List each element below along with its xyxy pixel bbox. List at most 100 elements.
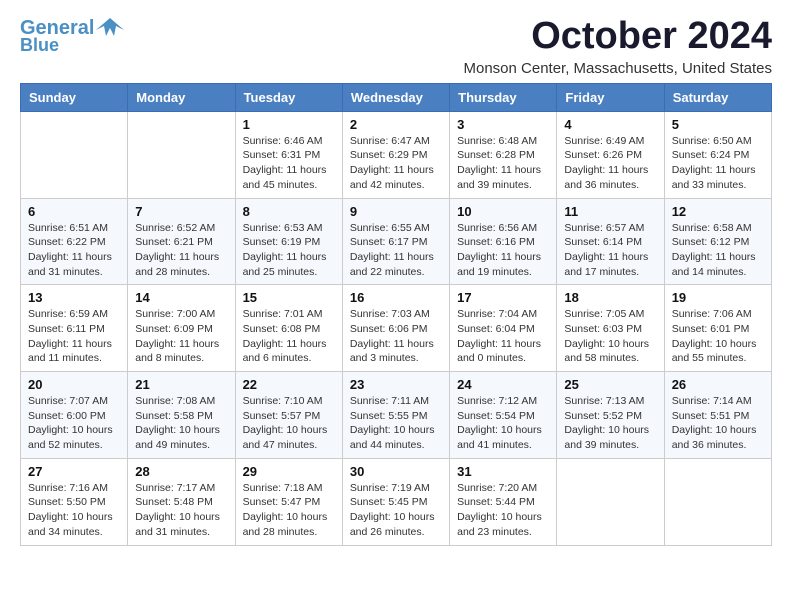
- day-info: Sunrise: 6:49 AM Sunset: 6:26 PM Dayligh…: [564, 134, 656, 193]
- calendar-cell: 3Sunrise: 6:48 AM Sunset: 6:28 PM Daylig…: [450, 111, 557, 198]
- calendar-cell: 13Sunrise: 6:59 AM Sunset: 6:11 PM Dayli…: [21, 285, 128, 372]
- day-info: Sunrise: 6:50 AM Sunset: 6:24 PM Dayligh…: [672, 134, 764, 193]
- calendar-cell: 9Sunrise: 6:55 AM Sunset: 6:17 PM Daylig…: [342, 198, 449, 285]
- day-number: 11: [564, 204, 656, 219]
- day-number: 15: [243, 290, 335, 305]
- day-info: Sunrise: 6:47 AM Sunset: 6:29 PM Dayligh…: [350, 134, 442, 193]
- day-number: 10: [457, 204, 549, 219]
- day-info: Sunrise: 6:55 AM Sunset: 6:17 PM Dayligh…: [350, 221, 442, 280]
- calendar-cell: 12 Sunrise: 6:58 AM Sunset: 6:12 PM Dayli…: [664, 198, 771, 285]
- day-info: Sunrise: 7:13 AM Sunset: 5:52 PM Dayligh…: [564, 394, 656, 453]
- calendar-cell: 22 Sunrise: 7:10 AM Sunset: 5:57 PM Dayli…: [235, 372, 342, 459]
- day-number: 23: [350, 377, 442, 392]
- calendar-cell: 1 Sunrise: 6:46 AM Sunset: 6:31 PM Daylig…: [235, 111, 342, 198]
- day-info: Sunrise: 6:52 AM Sunset: 6:21 PM Dayligh…: [135, 221, 227, 280]
- day-info: Sunrise: 6:56 AM Sunset: 6:16 PM Dayligh…: [457, 221, 549, 280]
- calendar-cell: [128, 111, 235, 198]
- day-info: Sunrise: 7:03 AM Sunset: 6:06 PM Dayligh…: [350, 307, 442, 366]
- calendar-week-row: 1 Sunrise: 6:46 AM Sunset: 6:31 PM Daylig…: [21, 111, 772, 198]
- calendar-week-row: 27 Sunrise: 7:16 AM Sunset: 5:50 PM Dayli…: [21, 458, 772, 545]
- day-number: 8: [243, 204, 335, 219]
- calendar-cell: 6Sunrise: 6:51 AM Sunset: 6:22 PM Daylig…: [21, 198, 128, 285]
- calendar-cell: 10 Sunrise: 6:56 AM Sunset: 6:16 PM Dayli…: [450, 198, 557, 285]
- calendar-cell: 28 Sunrise: 7:17 AM Sunset: 5:48 PM Dayli…: [128, 458, 235, 545]
- calendar-cell: 29 Sunrise: 7:18 AM Sunset: 5:47 PM Dayli…: [235, 458, 342, 545]
- day-number: 29: [243, 464, 335, 479]
- location-title: Monson Center, Massachusetts, United Sta…: [464, 60, 773, 77]
- day-info: Sunrise: 6:58 AM Sunset: 6:12 PM Dayligh…: [672, 221, 764, 280]
- day-number: 28: [135, 464, 227, 479]
- day-info: Sunrise: 7:17 AM Sunset: 5:48 PM Dayligh…: [135, 481, 227, 540]
- calendar-week-row: 6Sunrise: 6:51 AM Sunset: 6:22 PM Daylig…: [21, 198, 772, 285]
- calendar-cell: 17Sunrise: 7:04 AM Sunset: 6:04 PM Dayli…: [450, 285, 557, 372]
- calendar-cell: 8 Sunrise: 6:53 AM Sunset: 6:19 PM Daylig…: [235, 198, 342, 285]
- day-info: Sunrise: 7:07 AM Sunset: 6:00 PM Dayligh…: [28, 394, 120, 453]
- day-number: 27: [28, 464, 120, 479]
- calendar-cell: 31Sunrise: 7:20 AM Sunset: 5:44 PM Dayli…: [450, 458, 557, 545]
- calendar-cell: 19 Sunrise: 7:06 AM Sunset: 6:01 PM Dayli…: [664, 285, 771, 372]
- calendar-cell: 2 Sunrise: 6:47 AM Sunset: 6:29 PM Daylig…: [342, 111, 449, 198]
- calendar-cell: 18Sunrise: 7:05 AM Sunset: 6:03 PM Dayli…: [557, 285, 664, 372]
- day-number: 17: [457, 290, 549, 305]
- calendar-cell: 27 Sunrise: 7:16 AM Sunset: 5:50 PM Dayli…: [21, 458, 128, 545]
- day-number: 21: [135, 377, 227, 392]
- calendar-cell: 23 Sunrise: 7:11 AM Sunset: 5:55 PM Dayli…: [342, 372, 449, 459]
- calendar-cell: [664, 458, 771, 545]
- day-number: 2: [350, 117, 442, 132]
- day-number: 14: [135, 290, 227, 305]
- calendar-cell: 25Sunrise: 7:13 AM Sunset: 5:52 PM Dayli…: [557, 372, 664, 459]
- day-number: 16: [350, 290, 442, 305]
- calendar-week-row: 20 Sunrise: 7:07 AM Sunset: 6:00 PM Dayli…: [21, 372, 772, 459]
- day-info: Sunrise: 6:46 AM Sunset: 6:31 PM Dayligh…: [243, 134, 335, 193]
- page-header: General Blue October 2024 Monson Center,…: [20, 16, 772, 77]
- day-number: 1: [243, 117, 335, 132]
- calendar-cell: 21 Sunrise: 7:08 AM Sunset: 5:58 PM Dayli…: [128, 372, 235, 459]
- calendar-cell: 16 Sunrise: 7:03 AM Sunset: 6:06 PM Dayli…: [342, 285, 449, 372]
- day-info: Sunrise: 7:05 AM Sunset: 6:03 PM Dayligh…: [564, 307, 656, 366]
- calendar-cell: [21, 111, 128, 198]
- day-number: 20: [28, 377, 120, 392]
- calendar-cell: 30 Sunrise: 7:19 AM Sunset: 5:45 PM Dayli…: [342, 458, 449, 545]
- day-number: 31: [457, 464, 549, 479]
- weekday-header-sunday: Sunday: [21, 83, 128, 111]
- day-info: Sunrise: 7:18 AM Sunset: 5:47 PM Dayligh…: [243, 481, 335, 540]
- weekday-header-thursday: Thursday: [450, 83, 557, 111]
- day-info: Sunrise: 7:01 AM Sunset: 6:08 PM Dayligh…: [243, 307, 335, 366]
- month-title: October 2024: [464, 16, 773, 58]
- day-info: Sunrise: 6:53 AM Sunset: 6:19 PM Dayligh…: [243, 221, 335, 280]
- day-info: Sunrise: 7:16 AM Sunset: 5:50 PM Dayligh…: [28, 481, 120, 540]
- day-number: 7: [135, 204, 227, 219]
- logo: General Blue: [20, 16, 124, 56]
- calendar-cell: 11 Sunrise: 6:57 AM Sunset: 6:14 PM Dayli…: [557, 198, 664, 285]
- day-number: 12: [672, 204, 764, 219]
- day-number: 13: [28, 290, 120, 305]
- day-number: 19: [672, 290, 764, 305]
- day-info: Sunrise: 7:14 AM Sunset: 5:51 PM Dayligh…: [672, 394, 764, 453]
- day-info: Sunrise: 7:06 AM Sunset: 6:01 PM Dayligh…: [672, 307, 764, 366]
- day-number: 24: [457, 377, 549, 392]
- title-area: October 2024 Monson Center, Massachusett…: [464, 16, 773, 77]
- calendar-cell: 20 Sunrise: 7:07 AM Sunset: 6:00 PM Dayli…: [21, 372, 128, 459]
- calendar-table: SundayMondayTuesdayWednesdayThursdayFrid…: [20, 83, 772, 546]
- logo-bird-icon: [96, 16, 124, 40]
- day-info: Sunrise: 7:11 AM Sunset: 5:55 PM Dayligh…: [350, 394, 442, 453]
- day-number: 22: [243, 377, 335, 392]
- day-info: Sunrise: 7:08 AM Sunset: 5:58 PM Dayligh…: [135, 394, 227, 453]
- weekday-header-tuesday: Tuesday: [235, 83, 342, 111]
- day-info: Sunrise: 7:10 AM Sunset: 5:57 PM Dayligh…: [243, 394, 335, 453]
- calendar-cell: 4Sunrise: 6:49 AM Sunset: 6:26 PM Daylig…: [557, 111, 664, 198]
- weekday-header-row: SundayMondayTuesdayWednesdayThursdayFrid…: [21, 83, 772, 111]
- calendar-cell: 26 Sunrise: 7:14 AM Sunset: 5:51 PM Dayli…: [664, 372, 771, 459]
- day-info: Sunrise: 7:00 AM Sunset: 6:09 PM Dayligh…: [135, 307, 227, 366]
- calendar-cell: 15 Sunrise: 7:01 AM Sunset: 6:08 PM Dayli…: [235, 285, 342, 372]
- day-number: 3: [457, 117, 549, 132]
- weekday-header-friday: Friday: [557, 83, 664, 111]
- day-number: 30: [350, 464, 442, 479]
- logo-blue-text: Blue: [20, 36, 59, 56]
- calendar-cell: 5Sunrise: 6:50 AM Sunset: 6:24 PM Daylig…: [664, 111, 771, 198]
- day-info: Sunrise: 6:57 AM Sunset: 6:14 PM Dayligh…: [564, 221, 656, 280]
- calendar-cell: 14 Sunrise: 7:00 AM Sunset: 6:09 PM Dayli…: [128, 285, 235, 372]
- day-number: 26: [672, 377, 764, 392]
- day-info: Sunrise: 7:19 AM Sunset: 5:45 PM Dayligh…: [350, 481, 442, 540]
- day-info: Sunrise: 7:12 AM Sunset: 5:54 PM Dayligh…: [457, 394, 549, 453]
